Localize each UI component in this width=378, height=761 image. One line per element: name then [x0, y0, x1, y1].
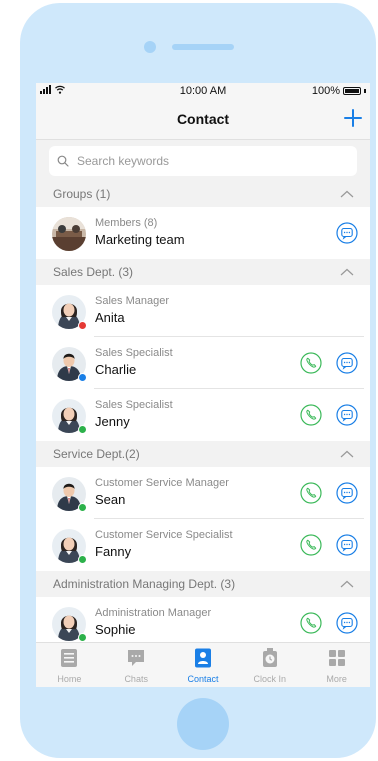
message-button[interactable]: [336, 612, 358, 634]
chevron-up-icon[interactable]: [340, 580, 354, 588]
contact-row[interactable]: Sales Specialist Jenny: [36, 389, 370, 441]
avatar: [52, 295, 87, 330]
tab-label: Chats: [124, 674, 148, 684]
presence-dot: [78, 425, 87, 434]
front-camera: [144, 41, 156, 53]
contact-name: Charlie: [95, 362, 137, 377]
contact-subtitle: Sales Specialist: [95, 399, 173, 411]
avatar: [52, 399, 87, 434]
contact-subtitle: Members (8): [95, 217, 158, 229]
message-button[interactable]: [336, 352, 358, 374]
contact-name: Anita: [95, 310, 125, 325]
grid-icon: [328, 650, 345, 666]
chevron-up-icon[interactable]: [340, 268, 354, 276]
contact-row[interactable]: Sales Manager Anita: [36, 285, 370, 337]
home-icon: [61, 649, 78, 667]
contact-icon: [194, 648, 211, 668]
battery-icon: [343, 87, 361, 95]
battery-percent: 100%: [311, 85, 340, 97]
call-button[interactable]: [300, 534, 322, 556]
earpiece-speaker: [172, 44, 234, 50]
section-title: Sales Dept. (3): [53, 265, 134, 279]
tab-label: Home: [57, 674, 82, 684]
search-box[interactable]: [49, 146, 357, 176]
contact-row[interactable]: Members (8) Marketing team: [36, 207, 370, 259]
avatar: [52, 529, 87, 564]
presence-dot: [78, 633, 87, 642]
section-title: Groups (1): [53, 187, 111, 201]
contact-row[interactable]: Sales Specialist Charlie: [36, 337, 370, 389]
contact-subtitle: Customer Service Manager: [95, 477, 229, 489]
contact-subtitle: Administration Manager: [95, 607, 212, 619]
tab-more[interactable]: More: [303, 643, 370, 687]
tab-home[interactable]: Home: [36, 643, 103, 687]
search-icon: [57, 155, 69, 167]
presence-dot: [78, 503, 87, 512]
contact-name: Sophie: [95, 622, 136, 637]
avatar: [52, 347, 87, 382]
contact-row[interactable]: Customer Service Manager Sean: [36, 467, 370, 519]
tab-chats[interactable]: Chats: [103, 643, 170, 687]
section-header[interactable]: Groups (1): [36, 181, 370, 207]
call-button[interactable]: [300, 404, 322, 426]
tab-clock-in[interactable]: Clock In: [236, 643, 303, 687]
call-button[interactable]: [300, 482, 322, 504]
presence-dot: [78, 321, 87, 330]
message-button[interactable]: [336, 404, 358, 426]
avatar: [52, 607, 87, 642]
contact-list: Groups (1) Members (8) Marketing team Sales…: [36, 181, 370, 649]
home-button[interactable]: [177, 698, 229, 750]
section-header[interactable]: Administration Managing Dept. (3): [36, 571, 370, 597]
tab-bar: Home Chats Contact Clock In More: [36, 642, 370, 687]
chevron-up-icon[interactable]: [340, 190, 354, 198]
presence-dot: [78, 373, 87, 382]
tab-label: Clock In: [253, 674, 287, 684]
section-title: Administration Managing Dept. (3): [53, 577, 236, 591]
presence-dot: [78, 555, 87, 564]
contact-name: Jenny: [95, 414, 130, 429]
contact-subtitle: Sales Manager: [95, 295, 169, 307]
contact-name: Fanny: [95, 544, 132, 559]
app-screen: 10:00 AM 100% Contact Groups (1) Members …: [36, 83, 370, 687]
contact-name: Sean: [95, 492, 126, 507]
avatar: [52, 477, 87, 512]
contact-subtitle: Customer Service Specialist: [95, 529, 233, 541]
contact-row[interactable]: Customer Service Specialist Fanny: [36, 519, 370, 571]
call-button[interactable]: [300, 352, 322, 374]
section-header[interactable]: Service Dept.(2): [36, 441, 370, 467]
tab-contact[interactable]: Contact: [170, 643, 237, 687]
search-bar: [36, 140, 370, 181]
section-title: Service Dept.(2): [53, 447, 140, 461]
contact-name: Marketing team: [95, 232, 185, 247]
group-avatar-image: [52, 217, 86, 251]
message-button[interactable]: [336, 222, 358, 244]
section-header[interactable]: Sales Dept. (3): [36, 259, 370, 285]
search-input[interactable]: [75, 153, 329, 169]
contact-subtitle: Sales Specialist: [95, 347, 173, 359]
nav-bar: Contact: [36, 99, 370, 140]
tab-label: Contact: [187, 674, 219, 684]
page-title: Contact: [176, 111, 230, 127]
clock-icon: [262, 648, 277, 667]
add-contact-button[interactable]: [342, 107, 364, 129]
tab-label: More: [326, 674, 347, 684]
call-button[interactable]: [300, 612, 322, 634]
status-bar: 10:00 AM 100%: [36, 83, 370, 99]
message-button[interactable]: [336, 534, 358, 556]
message-button[interactable]: [336, 482, 358, 504]
avatar: [52, 217, 86, 251]
chat-icon: [128, 650, 145, 666]
chevron-up-icon[interactable]: [340, 450, 354, 458]
